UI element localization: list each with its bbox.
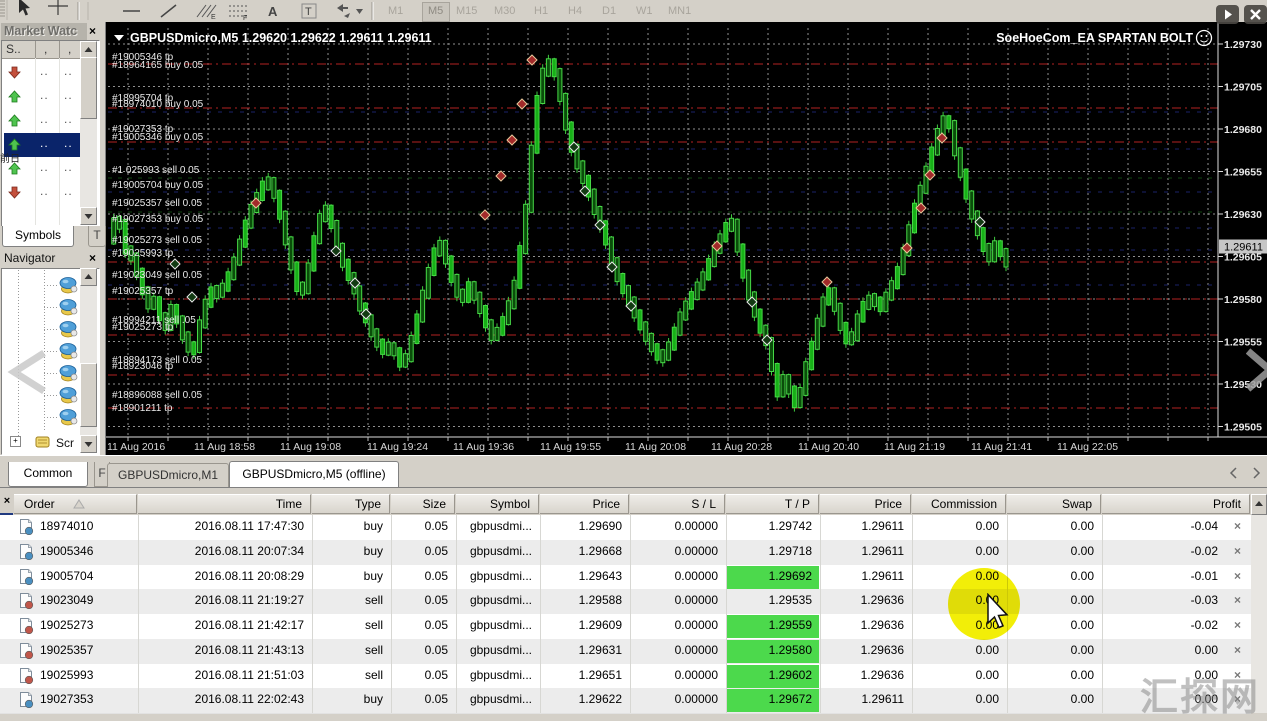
svg-text:#1 025993 sell 0.05: #1 025993 sell 0.05: [112, 165, 200, 176]
svg-text:1.29555: 1.29555: [1224, 337, 1262, 349]
svg-text:#18901211 tp: #18901211 tp: [112, 403, 173, 414]
svg-text:#19025357 tp: #19025357 tp: [112, 286, 174, 297]
svg-text:T: T: [305, 6, 312, 18]
svg-text:11 Aug 2016: 11 Aug 2016: [107, 441, 165, 453]
svg-text:1.29680: 1.29680: [1224, 124, 1262, 136]
svg-text:A: A: [268, 4, 278, 19]
svg-text:#18964165 buy 0.05: #18964165 buy 0.05: [112, 60, 204, 71]
svg-text:1.29655: 1.29655: [1224, 167, 1262, 179]
svg-text:11 Aug 20:08: 11 Aug 20:08: [625, 441, 686, 453]
svg-text:#19023049 sell 0.05: #19023049 sell 0.05: [112, 270, 203, 281]
svg-text:11 Aug 21:19: 11 Aug 21:19: [884, 441, 945, 453]
svg-text:E: E: [211, 14, 216, 21]
svg-text:#18974010 buy 0.05: #18974010 buy 0.05: [112, 99, 204, 110]
svg-text:1.29705: 1.29705: [1224, 82, 1262, 94]
svg-text:1.29630: 1.29630: [1224, 209, 1262, 221]
svg-text:1.29580: 1.29580: [1224, 294, 1262, 306]
svg-text:#19025273 sell 0.05: #19025273 sell 0.05: [112, 235, 203, 246]
svg-text:11 Aug 20:40: 11 Aug 20:40: [798, 441, 859, 453]
svg-text:1.29505: 1.29505: [1224, 422, 1262, 434]
svg-text:#19025993 tp: #19025993 tp: [112, 248, 174, 259]
svg-text:11 Aug 20:28: 11 Aug 20:28: [711, 441, 772, 453]
svg-text:GBPUSDmicro,M5 1.29620 1.2962: GBPUSDmicro,M5 1.29620 1.29622 1.29611 1…: [130, 31, 432, 45]
svg-text:11 Aug 22:05: 11 Aug 22:05: [1057, 441, 1118, 453]
svg-text:SoeHoeCom_EA SPARTAN BOLT: SoeHoeCom_EA SPARTAN BOLT: [996, 31, 1193, 45]
svg-text:F: F: [243, 15, 247, 22]
svg-text:11 Aug 19:36: 11 Aug 19:36: [453, 441, 514, 453]
svg-text:11 Aug 18:58: 11 Aug 18:58: [194, 441, 255, 453]
svg-text:11 Aug 19:08: 11 Aug 19:08: [280, 441, 341, 453]
svg-text:#19005346 buy 0.05: #19005346 buy 0.05: [112, 132, 204, 143]
svg-text:1.29611: 1.29611: [1224, 242, 1263, 254]
svg-text:#19025273 tp: #19025273 tp: [112, 322, 174, 333]
svg-text:1.29730: 1.29730: [1224, 39, 1262, 51]
svg-text:11 Aug 21:41: 11 Aug 21:41: [971, 441, 1032, 453]
svg-text:#18923046 tp: #18923046 tp: [112, 361, 174, 372]
svg-text:11 Aug 19:55: 11 Aug 19:55: [540, 441, 601, 453]
svg-text:11 Aug 19:24: 11 Aug 19:24: [367, 441, 428, 453]
svg-text:#19027353 buy 0.05: #19027353 buy 0.05: [112, 214, 204, 225]
svg-text:#19025357 sell 0.05: #19025357 sell 0.05: [112, 198, 203, 209]
svg-text:#18896088 sell 0.05: #18896088 sell 0.05: [112, 390, 203, 401]
svg-text:#19005704 buy 0.05: #19005704 buy 0.05: [112, 180, 204, 191]
